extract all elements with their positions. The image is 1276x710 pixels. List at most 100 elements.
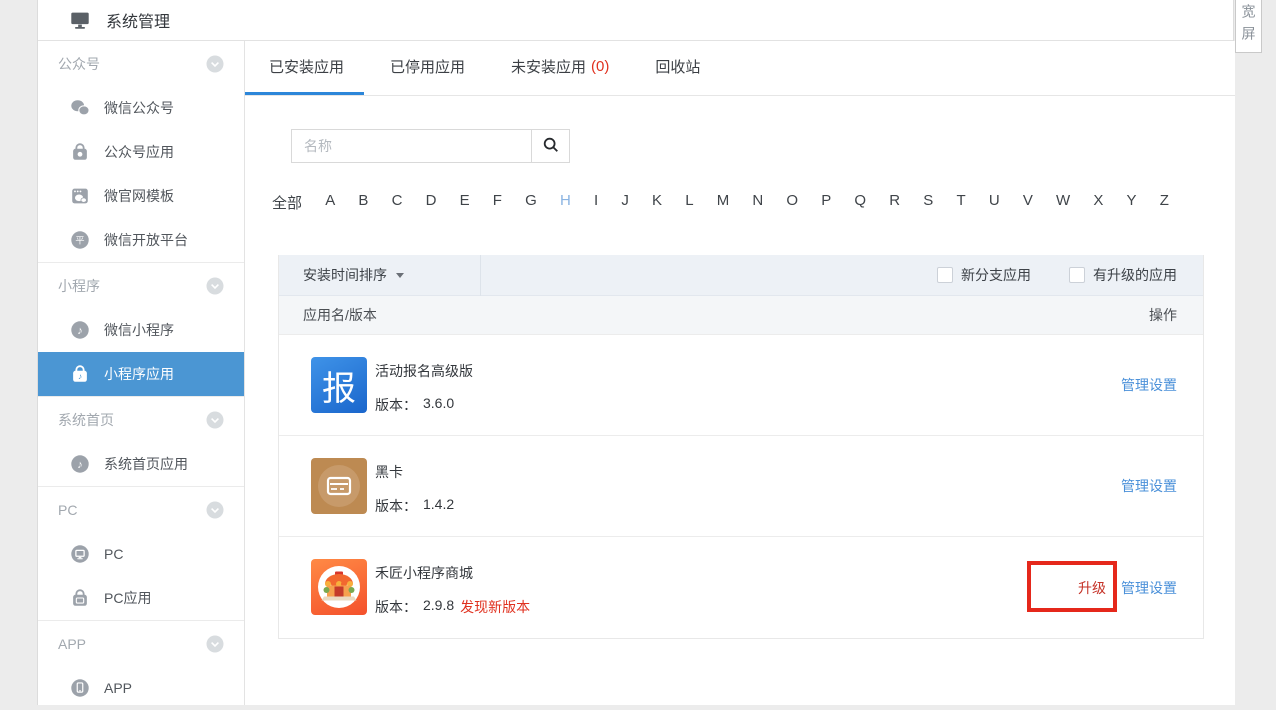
sidebar-item-label: 微官网模板 bbox=[104, 186, 174, 206]
alphabet-letter-highlighted[interactable]: H bbox=[560, 192, 571, 213]
sidebar-section-app: APP APP bbox=[38, 620, 244, 710]
section-label: 公众号 bbox=[58, 54, 100, 74]
table-row: 黑卡 版本： 1.4.2 管理设置 bbox=[279, 436, 1203, 537]
chevron-down-icon[interactable] bbox=[204, 275, 226, 297]
alphabet-letter[interactable]: X bbox=[1093, 192, 1103, 213]
alphabet-letter[interactable]: T bbox=[956, 192, 965, 213]
app-name: 黑卡 bbox=[375, 462, 403, 482]
tab-disabled-apps[interactable]: 已停用应用 bbox=[370, 41, 485, 95]
filter-upgradable-apps[interactable]: 有升级的应用 bbox=[1069, 265, 1177, 285]
column-header-actions: 操作 bbox=[1149, 305, 1177, 325]
tab-count-badge: (0) bbox=[591, 58, 609, 75]
sidebar-item-official-apps[interactable]: 公众号应用 bbox=[38, 130, 244, 174]
chevron-down-icon[interactable] bbox=[204, 409, 226, 431]
alphabet-letter[interactable]: K bbox=[652, 192, 662, 213]
row-actions: 管理设置 bbox=[1121, 436, 1177, 536]
alphabet-letter[interactable]: C bbox=[392, 192, 403, 213]
section-label: PC bbox=[58, 502, 77, 518]
sidebar-item-micro-site-template[interactable]: 微官网模板 bbox=[38, 174, 244, 218]
alphabet-letter[interactable]: V bbox=[1023, 192, 1033, 213]
page-title: 系统管理 bbox=[106, 8, 170, 32]
alphabet-letter[interactable]: U bbox=[989, 192, 1000, 213]
upgrade-link[interactable]: 升级 bbox=[1078, 578, 1106, 598]
row-actions: 升级 管理设置 bbox=[1078, 537, 1177, 638]
search-button[interactable] bbox=[531, 129, 570, 163]
sidebar-section-header[interactable]: 公众号 bbox=[38, 41, 244, 86]
tab-uninstalled-apps[interactable]: 未安装应用 (0) bbox=[491, 41, 629, 95]
chevron-down-icon[interactable] bbox=[204, 53, 226, 75]
miniprogram-icon: ♪ bbox=[69, 319, 91, 341]
app-name: 活动报名高级版 bbox=[375, 361, 473, 381]
alphabet-letter[interactable]: R bbox=[889, 192, 900, 213]
checkbox-upgradable[interactable] bbox=[1069, 267, 1085, 283]
sidebar-item-wechat-official[interactable]: 微信公众号 bbox=[38, 86, 244, 130]
bag-icon bbox=[69, 141, 91, 163]
sidebar-item-pc-apps[interactable]: PC应用 bbox=[38, 576, 244, 620]
sidebar-section-header[interactable]: 小程序 bbox=[38, 263, 244, 308]
search-input[interactable] bbox=[291, 129, 531, 163]
new-version-link[interactable]: 发现新版本 bbox=[460, 597, 530, 617]
content-area: 已安装应用 已停用应用 未安装应用 (0) 回收站 全部 A bbox=[245, 41, 1235, 705]
tab-installed-apps[interactable]: 已安装应用 bbox=[245, 41, 364, 95]
alphabet-letter[interactable]: A bbox=[325, 192, 335, 213]
sidebar-section-header[interactable]: PC bbox=[38, 487, 244, 532]
manage-settings-link[interactable]: 管理设置 bbox=[1121, 578, 1177, 598]
sidebar-item-label: 微信开放平台 bbox=[104, 230, 188, 250]
alphabet-letter[interactable]: S bbox=[923, 192, 933, 213]
sort-dropdown[interactable]: 安装时间排序 bbox=[279, 255, 404, 295]
sidebar-item-wechat-miniprogram[interactable]: ♪ 微信小程序 bbox=[38, 308, 244, 352]
search-bar bbox=[291, 129, 570, 163]
widescreen-toggle[interactable]: 宽屏 bbox=[1235, 0, 1262, 53]
chevron-down-icon[interactable] bbox=[204, 633, 226, 655]
sidebar-item-pc[interactable]: PC bbox=[38, 532, 244, 576]
alphabet-letter[interactable]: O bbox=[786, 192, 798, 213]
alphabet-letter[interactable]: W bbox=[1056, 192, 1070, 213]
tab-recycle-bin[interactable]: 回收站 bbox=[635, 41, 720, 95]
alphabet-letter[interactable]: 全部 bbox=[272, 192, 302, 213]
sidebar-section-system-home: 系统首页 ♪ 系统首页应用 bbox=[38, 396, 244, 486]
alphabet-letter[interactable]: Y bbox=[1127, 192, 1137, 213]
sidebar-section-header[interactable]: APP bbox=[38, 621, 244, 666]
app-icon-baoming: 报 bbox=[311, 357, 367, 413]
alphabet-letter[interactable]: E bbox=[460, 192, 470, 213]
alphabet-letter[interactable]: M bbox=[717, 192, 730, 213]
alphabet-letter[interactable]: Q bbox=[854, 192, 866, 213]
svg-text:平: 平 bbox=[75, 235, 84, 245]
alphabet-letter[interactable]: F bbox=[493, 192, 502, 213]
bag-note-icon: ♪ bbox=[69, 363, 91, 385]
alphabet-letter[interactable]: Z bbox=[1160, 192, 1169, 213]
app-icon-heika bbox=[311, 458, 367, 514]
toolbar-left: 安装时间排序 bbox=[279, 255, 481, 295]
platform-icon: 平 bbox=[69, 229, 91, 251]
table-header: 应用名/版本 操作 bbox=[279, 296, 1203, 335]
sidebar-item-label: 微信小程序 bbox=[104, 320, 174, 340]
chevron-down-icon[interactable] bbox=[204, 499, 226, 521]
version-value: 1.4.2 bbox=[423, 496, 454, 516]
alphabet-letter[interactable]: B bbox=[358, 192, 368, 213]
sidebar-item-system-home-apps[interactable]: ♪ 系统首页应用 bbox=[38, 442, 244, 486]
app-window: 系统管理 公众号 微信公众号 公众号应用 bbox=[37, 0, 1234, 705]
alphabet-letter[interactable]: J bbox=[621, 192, 629, 213]
tab-label: 未安装应用 bbox=[511, 56, 586, 77]
alphabet-letter[interactable]: G bbox=[525, 192, 537, 213]
sidebar-item-miniprogram-apps[interactable]: ♪ 小程序应用 bbox=[38, 352, 244, 396]
alphabet-letter[interactable]: L bbox=[685, 192, 693, 213]
sidebar-item-label: APP bbox=[104, 680, 132, 696]
manage-settings-link[interactable]: 管理设置 bbox=[1121, 375, 1177, 395]
version-value: 2.9.8 bbox=[423, 597, 454, 617]
manage-settings-link[interactable]: 管理设置 bbox=[1121, 476, 1177, 496]
sidebar-item-wechat-open-platform[interactable]: 平 微信开放平台 bbox=[38, 218, 244, 262]
alphabet-letter[interactable]: N bbox=[752, 192, 763, 213]
table-row: 报 活动报名高级版 版本： 3.6.0 管理设置 bbox=[279, 335, 1203, 436]
filter-new-branch-apps[interactable]: 新分支应用 bbox=[937, 265, 1031, 285]
alphabet-letter[interactable]: D bbox=[426, 192, 437, 213]
sidebar-section-header[interactable]: 系统首页 bbox=[38, 397, 244, 442]
caret-down-icon bbox=[396, 273, 404, 278]
app-icon-hejiang-shop bbox=[311, 559, 367, 615]
sidebar-item-app[interactable]: APP bbox=[38, 666, 244, 710]
checkbox-new-branch[interactable] bbox=[937, 267, 953, 283]
column-header-app: 应用名/版本 bbox=[303, 305, 377, 325]
alphabet-letter[interactable]: P bbox=[821, 192, 831, 213]
alphabet-letter[interactable]: I bbox=[594, 192, 598, 213]
row-actions: 管理设置 bbox=[1121, 335, 1177, 435]
